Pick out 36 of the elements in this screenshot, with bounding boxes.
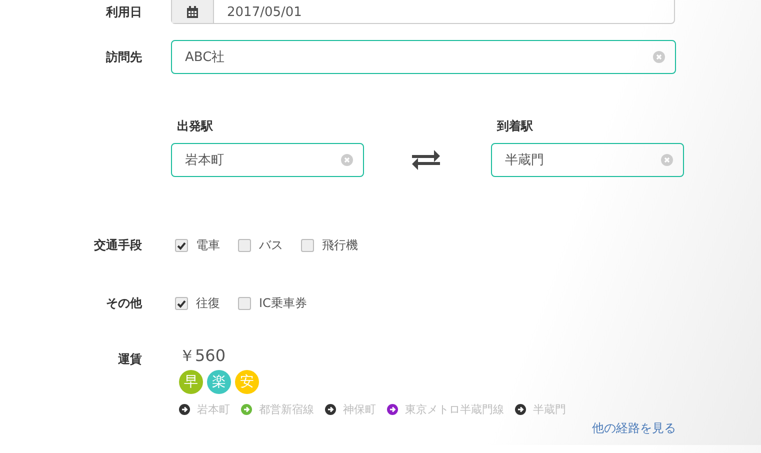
route-badge: 早 xyxy=(179,370,203,394)
clear-icon[interactable] xyxy=(653,51,665,63)
field-label: 訪問先 xyxy=(104,48,142,66)
checkbox[interactable] xyxy=(238,297,251,310)
route-step: 東京メトロ半蔵門線 xyxy=(405,402,504,417)
checkbox[interactable] xyxy=(301,239,314,252)
checkbox-label: 飛行機 xyxy=(322,237,358,254)
route-badge: 安 xyxy=(235,370,259,394)
checkbox[interactable] xyxy=(175,239,188,252)
route-step: 都営新宿線 xyxy=(259,402,314,417)
other-routes-link[interactable]: 他の経路を見る xyxy=(592,420,676,437)
date-field[interactable]: 2017/05/01 xyxy=(171,0,675,24)
checkbox[interactable] xyxy=(175,297,188,310)
swap-icon[interactable] xyxy=(412,149,440,171)
station-label: 到着駅 xyxy=(497,118,534,135)
clear-icon[interactable] xyxy=(661,154,673,166)
field-label: その他 xyxy=(105,295,142,312)
calendar-icon xyxy=(186,6,199,18)
route-step: 神保町 xyxy=(343,402,376,417)
checkbox-label: 往復 xyxy=(196,295,220,312)
checkbox-label: バス xyxy=(259,237,283,254)
checkbox[interactable] xyxy=(238,239,251,252)
checkbox-label: 電車 xyxy=(196,237,220,254)
visit-field[interactable]: ABC社 xyxy=(171,40,676,74)
field-label: 利用日 xyxy=(104,4,142,20)
route-badge: 楽 xyxy=(207,370,231,394)
station-label: 出発駅 xyxy=(177,118,214,135)
clear-icon[interactable] xyxy=(341,154,353,166)
fare-amount: ￥560 xyxy=(179,346,227,367)
field-label: 交通手段 xyxy=(93,237,142,254)
route-step: 半蔵門 xyxy=(533,402,566,417)
checkbox-label: IC乗車券 xyxy=(259,295,307,312)
station-field[interactable]: 半蔵門 xyxy=(491,143,684,177)
field-label: 運賃 xyxy=(117,351,142,368)
route-step: 岩本町 xyxy=(197,402,230,417)
station-field[interactable]: 岩本町 xyxy=(171,143,364,177)
